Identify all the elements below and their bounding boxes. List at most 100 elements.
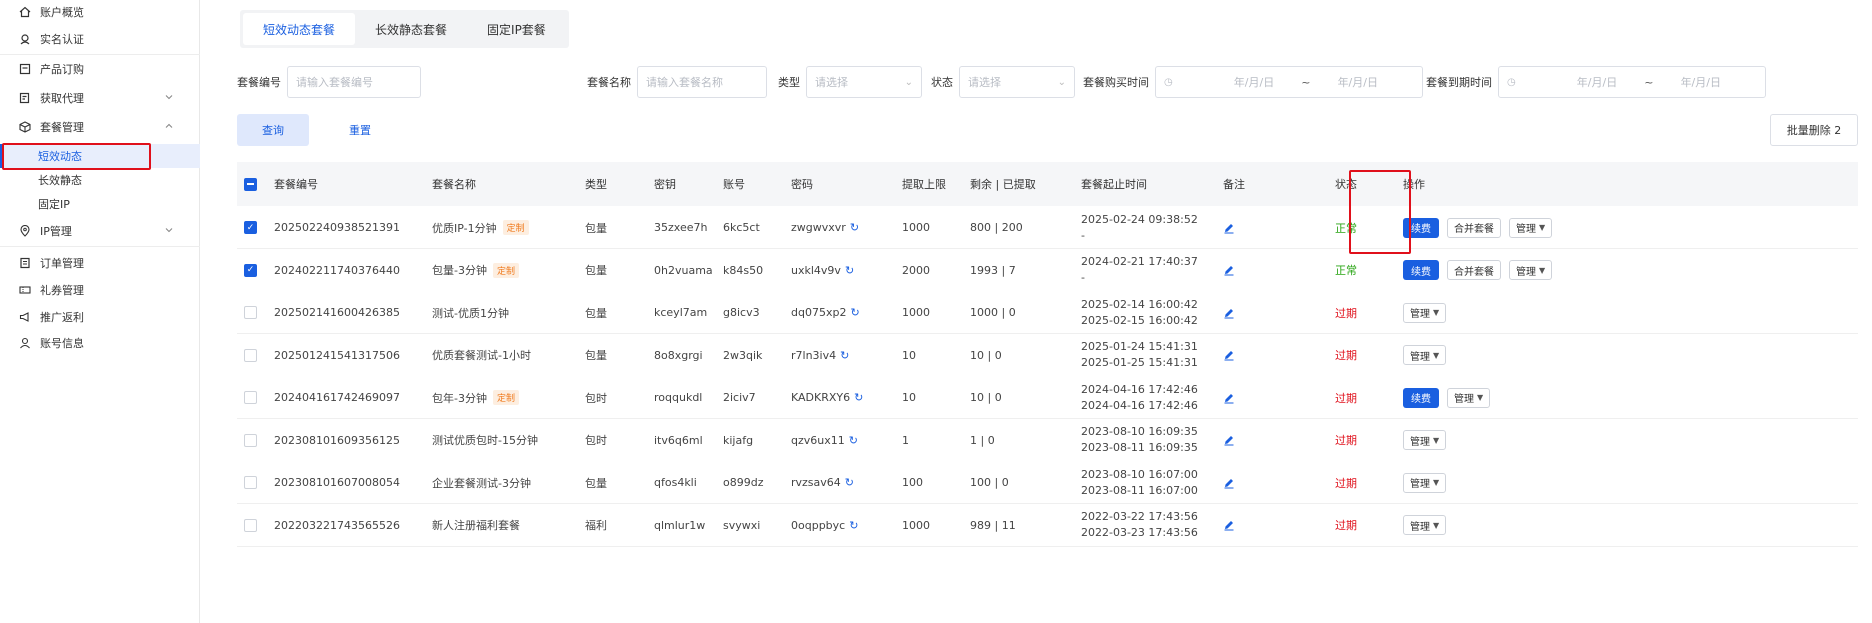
row-checkbox-cell[interactable] (244, 334, 257, 377)
status-select[interactable]: 请选择 ⌄ (959, 66, 1075, 98)
refresh-icon[interactable]: ↻ (849, 519, 858, 532)
sidebar-item-get-proxy[interactable]: 获取代理 (0, 86, 200, 110)
renew-button[interactable]: 续费 (1403, 217, 1439, 238)
manage-dropdown[interactable]: 管理 ▼ (1403, 345, 1447, 365)
edit-icon[interactable] (1223, 392, 1235, 404)
pkg-remain: 989 | 11 (970, 518, 1016, 532)
remark-cell (1223, 504, 1235, 547)
actions-cell: 管理 ▼ (1403, 291, 1454, 334)
refresh-icon[interactable]: ↻ (845, 264, 854, 277)
pkg-id-input[interactable]: 请输入套餐编号 (287, 66, 421, 98)
pkg-period: 2025-02-24 09:38:52 - (1081, 206, 1198, 249)
refresh-icon[interactable]: ↻ (849, 434, 858, 447)
sidebar-subitem-fixed-ip[interactable]: 固定IP (0, 192, 200, 216)
checkbox[interactable]: ✓ (244, 263, 257, 277)
row-checkbox-cell[interactable] (244, 291, 257, 334)
tab-short-dynamic[interactable]: 短效动态套餐 (243, 13, 356, 45)
table-header: 套餐编号 套餐名称 类型 密钥 账号 密码 提取上限 剩余 | 已提取 套餐起止… (237, 162, 1858, 206)
merge-package-button[interactable]: 合并套餐 (1447, 260, 1501, 280)
edit-icon[interactable] (1223, 477, 1235, 489)
pkg-name-input[interactable]: 请输入套餐名称 (637, 66, 767, 98)
refresh-icon[interactable]: ↻ (840, 349, 849, 362)
refresh-icon[interactable]: ↻ (854, 391, 863, 404)
merge-package-button[interactable]: 合并套餐 (1447, 217, 1501, 238)
manage-dropdown[interactable]: 管理 ▼ (1403, 515, 1447, 535)
filter-label: 状态 (931, 76, 953, 89)
edit-icon[interactable] (1223, 307, 1235, 319)
renew-button[interactable]: 续费 (1403, 260, 1439, 280)
period-end: 2025-01-25 15:41:31 (1081, 356, 1198, 369)
refresh-icon[interactable]: ↻ (850, 306, 859, 319)
sidebar-item-coupons[interactable]: 礼券管理 (0, 278, 200, 302)
sidebar-item-ip-manage[interactable]: IP管理 (0, 219, 200, 243)
reset-button[interactable]: 重置 (324, 114, 396, 146)
checkbox[interactable] (244, 433, 257, 447)
sidebar-subitem-long-static[interactable]: 长效静态 (0, 168, 200, 192)
pkg-period: 2024-04-16 17:42:46 2024-04-16 17:42:46 (1081, 376, 1198, 419)
pkg-remain: 800 | 200 (970, 221, 1023, 234)
edit-icon[interactable] (1223, 264, 1235, 276)
edit-icon[interactable] (1223, 434, 1235, 446)
manage-dropdown[interactable]: 管理 ▼ (1403, 302, 1447, 323)
divider (0, 54, 200, 55)
pkg-name-cell: 优质IP-1分钟 定制 (432, 206, 529, 249)
range-separator: ~ (1301, 75, 1311, 89)
sidebar-item-verify[interactable]: 实名认证 (0, 27, 200, 51)
status-badge: 正常 (1335, 264, 1357, 277)
tab-fixed-ip[interactable]: 固定IP套餐 (467, 13, 566, 45)
checkbox[interactable] (244, 348, 257, 362)
manage-dropdown[interactable]: 管理 ▼ (1509, 217, 1553, 238)
type-select[interactable]: 请选择 ⌄ (806, 66, 922, 98)
sidebar-item-products[interactable]: 产品订购 (0, 57, 200, 81)
manage-dropdown[interactable]: 管理 ▼ (1447, 387, 1491, 408)
sidebar-item-referral[interactable]: 推广返利 (0, 305, 200, 329)
checkbox[interactable]: ✓ (244, 221, 257, 234)
sidebar-item-overview[interactable]: 账户概览 (0, 0, 200, 24)
period-end: 2022-03-23 17:43:56 (1081, 526, 1198, 539)
manage-label: 管理 (1410, 436, 1430, 448)
status-badge: 正常 (1335, 221, 1357, 235)
tab-long-static[interactable]: 长效静态套餐 (355, 13, 467, 45)
pkg-name: 新人注册福利套餐 (432, 519, 520, 532)
table-row: 202308101607008054 企业套餐测试-3分钟 包量 qfos4kli o8… (237, 461, 1858, 504)
row-checkbox-cell[interactable] (244, 419, 257, 462)
refresh-icon[interactable]: ↻ (850, 221, 859, 234)
checkbox[interactable] (244, 476, 257, 489)
manage-dropdown[interactable]: 管理 ▼ (1509, 260, 1553, 280)
manage-dropdown[interactable]: 管理 ▼ (1403, 430, 1447, 450)
checkbox[interactable] (244, 177, 257, 191)
edit-icon[interactable] (1223, 349, 1235, 361)
row-checkbox-cell[interactable] (244, 461, 257, 504)
pkg-key: roqqukdl (654, 391, 703, 404)
refresh-icon[interactable]: ↻ (845, 476, 854, 489)
select-all-checkbox[interactable] (244, 162, 257, 206)
pkg-password-cell: rvzsav64 ↻ (791, 461, 854, 504)
pkg-name: 优质套餐测试-1小时 (432, 349, 531, 362)
cart-icon (18, 62, 32, 76)
pkg-limit: 100 (902, 476, 923, 489)
col-header: 密码 (791, 178, 813, 191)
pkg-type: 包量 (585, 349, 607, 362)
checkbox[interactable] (244, 306, 257, 319)
buy-time-range[interactable]: ◷ 年/月/日 ~ 年/月/日 (1155, 66, 1423, 98)
query-button[interactable]: 查询 (237, 114, 309, 146)
row-checkbox-cell[interactable]: ✓ (244, 249, 257, 292)
row-checkbox-cell[interactable] (244, 376, 257, 419)
row-checkbox-cell[interactable] (244, 504, 257, 547)
row-checkbox-cell[interactable]: ✓ (244, 206, 257, 249)
sidebar-item-account[interactable]: 账号信息 (0, 331, 200, 355)
manage-dropdown[interactable]: 管理 ▼ (1403, 472, 1447, 493)
expire-time-range[interactable]: ◷ 年/月/日 ~ 年/月/日 (1498, 66, 1766, 98)
sidebar-item-label: 订单管理 (40, 257, 84, 270)
renew-button[interactable]: 续费 (1403, 387, 1439, 408)
custom-tag: 定制 (492, 390, 519, 405)
edit-icon[interactable] (1223, 222, 1235, 234)
edit-icon[interactable] (1223, 519, 1235, 531)
checkbox[interactable] (244, 391, 257, 404)
sidebar-item-packages[interactable]: 套餐管理 (0, 115, 200, 139)
sidebar-subitem-short-dynamic[interactable]: 短效动态 (0, 144, 200, 168)
checkbox[interactable] (244, 518, 257, 532)
sidebar-item-orders[interactable]: 订单管理 (0, 251, 200, 275)
batch-delete-button[interactable]: 批量删除 2 (1770, 114, 1858, 146)
pkg-limit: 10 (902, 348, 916, 362)
